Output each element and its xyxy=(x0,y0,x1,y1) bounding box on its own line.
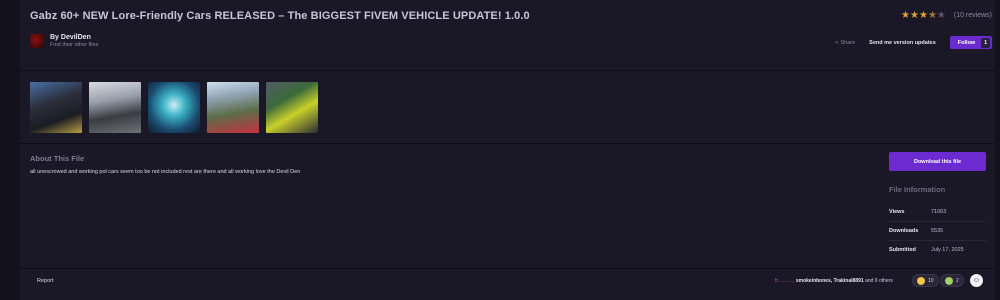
file-info-key: Views xyxy=(889,209,905,215)
file-info-value: 71063 xyxy=(931,209,947,215)
share-icon: < xyxy=(835,39,839,46)
follow-label: Follow xyxy=(957,39,976,46)
file-title: Gabz 60+ NEW Lore-Friendly Cars RELEASED… xyxy=(30,10,530,22)
gallery-thumbnail[interactable] xyxy=(30,82,82,133)
send-version-updates-button[interactable]: Send me version updates xyxy=(869,40,936,46)
star-rating-icon[interactable]: ★★★★★ xyxy=(901,10,946,21)
gallery-thumbnail[interactable] xyxy=(266,82,318,133)
rating: ★★★★★ (10 reviews) xyxy=(901,10,992,21)
file-info-row: Views 71063 xyxy=(889,209,986,221)
file-info-key: Submitted xyxy=(889,247,916,253)
reactors-names: smokeinbones, Trakinal8891 xyxy=(795,278,864,284)
footer-divider xyxy=(20,268,995,269)
file-info-value: July 17, 2025 xyxy=(931,247,964,253)
file-info-divider xyxy=(889,240,986,241)
file-information-title: File Information xyxy=(889,185,946,194)
file-info-key: Downloads xyxy=(889,228,919,234)
add-reaction-button[interactable]: ☺ xyxy=(970,274,983,287)
avatar[interactable] xyxy=(30,34,44,48)
reactors-suffix: and 9 others xyxy=(865,278,893,284)
file-info-row: Downloads 5535 xyxy=(889,228,986,240)
reaction-emoji-icon xyxy=(917,276,925,285)
reaction-count: 10 xyxy=(928,277,934,284)
report-link[interactable]: Report xyxy=(37,278,54,284)
header-actions: < Share Send me version updates Follow 1 xyxy=(835,36,992,49)
about-title: About This File xyxy=(30,154,85,163)
reactors-prefix: fr..........., xyxy=(775,278,795,284)
reaction-emoji-icon xyxy=(945,276,953,285)
screenshot-gallery xyxy=(30,82,318,133)
share-button[interactable]: < Share xyxy=(835,40,855,46)
follow-count: 1 xyxy=(981,37,990,48)
author-name[interactable]: By DevilDen xyxy=(50,34,98,41)
file-info-value: 5535 xyxy=(931,228,944,234)
about-text: all unescrowed and working pol cars seem… xyxy=(30,169,301,175)
reaction-button[interactable]: 10 xyxy=(912,274,939,287)
header-divider xyxy=(20,70,995,71)
reactors-list[interactable]: fr..........., smokeinbones, Trakinal889… xyxy=(775,278,893,284)
gallery-divider xyxy=(20,143,995,144)
download-button[interactable]: Download this file xyxy=(889,152,986,171)
reaction-button[interactable]: 2 xyxy=(940,274,964,287)
smiley-icon: ☺ xyxy=(972,277,981,284)
file-info-divider xyxy=(889,221,986,222)
gallery-thumbnail[interactable] xyxy=(207,82,259,133)
reaction-count: 2 xyxy=(956,277,959,284)
follow-button[interactable]: Follow 1 xyxy=(949,36,992,49)
file-info-row: Submitted July 17, 2025 xyxy=(889,247,986,259)
gallery-thumbnail[interactable] xyxy=(89,82,141,133)
reviews-count[interactable]: (10 reviews) xyxy=(954,12,992,19)
share-label: Share xyxy=(840,39,856,46)
author-block: By DevilDen Find their other files xyxy=(30,34,98,48)
author-other-files-link[interactable]: Find their other files xyxy=(50,42,98,48)
gallery-thumbnail[interactable] xyxy=(148,82,200,133)
